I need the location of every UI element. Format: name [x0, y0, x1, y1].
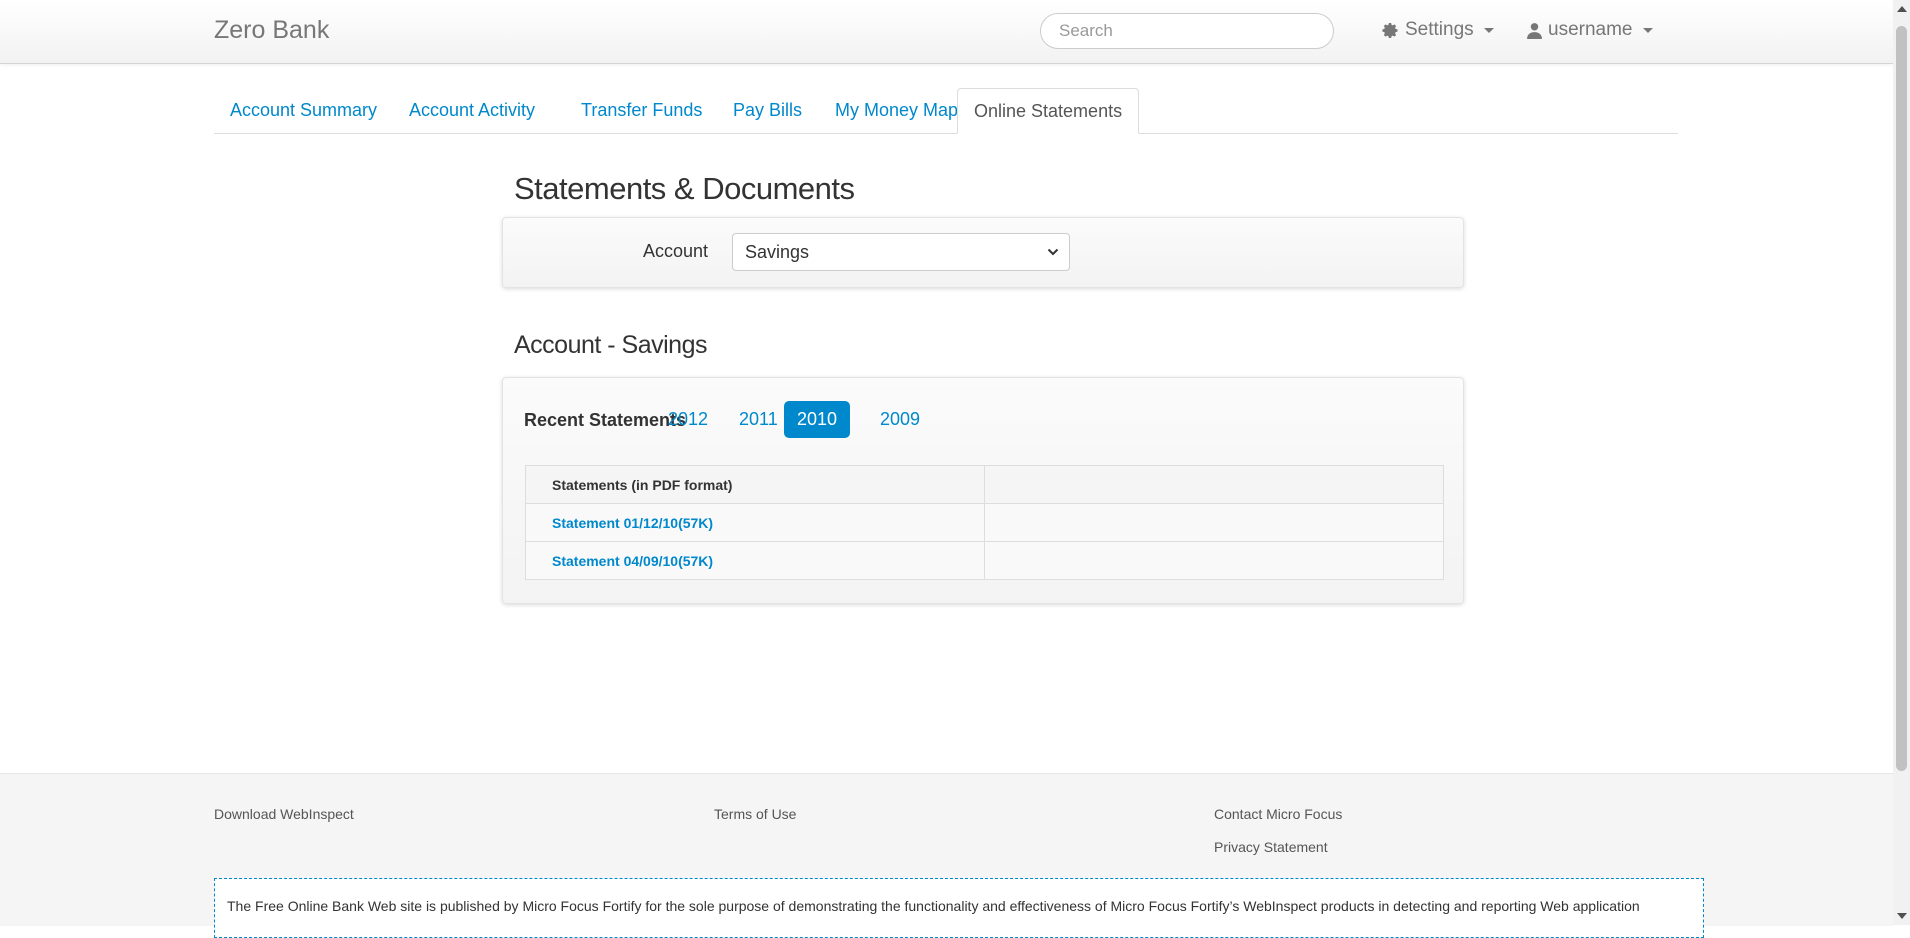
scroll-up-arrow-icon[interactable]: [1897, 6, 1907, 12]
tab-account-activity[interactable]: Account Activity: [393, 88, 551, 133]
caret-down-icon: [1483, 27, 1494, 33]
tab-transfer-funds[interactable]: Transfer Funds: [565, 88, 718, 133]
table-header-cell: Statements (in PDF format): [525, 465, 985, 504]
top-navbar: Zero Bank Settings username: [0, 0, 1893, 64]
user-icon: [1527, 22, 1542, 39]
scrollbar-thumb[interactable]: [1896, 26, 1907, 771]
table-cell-empty: [984, 541, 1444, 580]
scroll-down-arrow-icon[interactable]: [1897, 913, 1907, 919]
table-cell: Statement 01/12/10(57K): [525, 503, 985, 542]
chevron-down-icon: [1047, 248, 1059, 256]
table-row: Statement 04/09/10(57K): [525, 541, 1444, 580]
year-pill-2010[interactable]: 2010: [784, 401, 851, 438]
table-cell: Statement 04/09/10(57K): [525, 541, 985, 580]
table-header-row: Statements (in PDF format): [525, 465, 1444, 504]
privacy-statement-link[interactable]: Privacy Statement: [1214, 839, 1328, 855]
table-cell-empty: [984, 503, 1444, 542]
gear-icon: [1382, 22, 1398, 38]
vertical-scrollbar[interactable]: [1893, 0, 1910, 925]
account-select-value: Savings: [745, 242, 810, 262]
disclaimer-text: The Free Online Bank Web site is publish…: [227, 898, 1640, 914]
search-input[interactable]: [1040, 13, 1334, 49]
tab-account-summary[interactable]: Account Summary: [214, 88, 393, 133]
year-pill-2012[interactable]: 2012: [655, 401, 721, 438]
user-dropdown[interactable]: username: [1527, 19, 1653, 41]
year-pill-2009[interactable]: 2009: [867, 401, 933, 438]
disclaimer-box: The Free Online Bank Web site is publish…: [214, 878, 1704, 938]
account-heading: Account - Savings: [514, 331, 708, 359]
tab-pay-bills[interactable]: Pay Bills: [717, 88, 818, 133]
year-pill-2011[interactable]: 2011: [726, 401, 791, 438]
tab-online-statements[interactable]: Online Statements: [957, 88, 1140, 134]
caret-down-icon: [1642, 27, 1653, 33]
page-title: Statements & Documents: [514, 171, 855, 206]
account-select[interactable]: Savings: [732, 233, 1070, 271]
contact-link[interactable]: Contact Micro Focus: [1214, 806, 1342, 822]
settings-label: Settings: [1405, 19, 1474, 40]
statement-link[interactable]: Statement 01/12/10(57K): [552, 515, 713, 531]
statement-link[interactable]: Statement 04/09/10(57K): [552, 553, 713, 569]
tab-my-money-map[interactable]: My Money Map: [819, 88, 974, 133]
statements-panel: Recent Statements 2012 2011 2010 2009 St…: [502, 377, 1464, 604]
account-selector-panel: Account Savings: [502, 217, 1464, 288]
settings-dropdown[interactable]: Settings: [1382, 19, 1494, 41]
terms-of-use-link[interactable]: Terms of Use: [714, 806, 796, 822]
statements-table: Statements (in PDF format) Statement 01/…: [525, 465, 1444, 580]
table-header-cell-empty: [984, 465, 1444, 504]
username-label: username: [1548, 19, 1633, 40]
main-tabs: Account Summary Account Activity Transfe…: [214, 88, 1678, 134]
account-label: Account: [643, 241, 709, 261]
table-row: Statement 01/12/10(57K): [525, 503, 1444, 542]
download-webinspect-link[interactable]: Download WebInspect: [214, 806, 354, 822]
brand-logo[interactable]: Zero Bank: [214, 16, 329, 45]
